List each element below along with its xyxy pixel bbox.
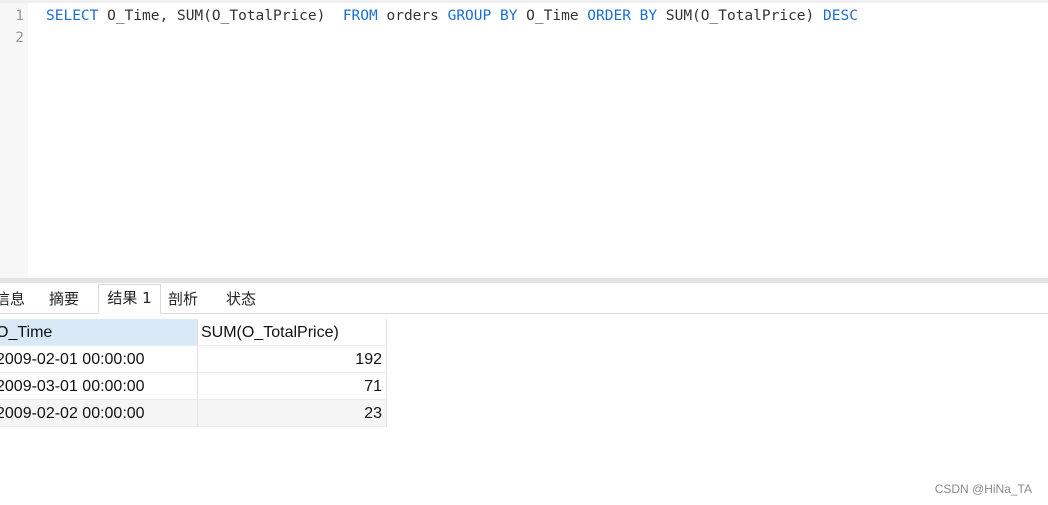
table-cell-o-time[interactable]: 2009-03-01 00:00:00: [0, 373, 198, 400]
table-cell-o-time[interactable]: 2009-02-02 00:00:00: [0, 400, 198, 427]
tab-summary[interactable]: 摘要: [40, 288, 88, 313]
code-line-1[interactable]: SELECT O_Time, SUM(O_TotalPrice) FROM or…: [46, 8, 858, 24]
table-cell-sum[interactable]: 71: [198, 373, 387, 400]
table-cell-sum[interactable]: 23: [198, 400, 387, 427]
keyword-from: FROM: [342, 8, 378, 24]
code-text: O_Time, SUM(O_TotalPrice): [98, 8, 343, 24]
keyword-select: SELECT: [46, 8, 99, 24]
tab-info[interactable]: 信息: [0, 288, 28, 313]
editor-top-strip: [0, 0, 1048, 3]
watermark: CSDN @HiNa_TA: [934, 482, 1032, 496]
tab-profile[interactable]: 剖析: [161, 288, 205, 313]
keyword-order-by: ORDER BY: [587, 8, 658, 24]
tab-status[interactable]: 状态: [217, 288, 265, 313]
line-number: 2: [15, 30, 24, 46]
code-text: orders: [377, 8, 448, 24]
table-cell-sum[interactable]: 192: [198, 346, 387, 373]
keyword-group-by: GROUP BY: [447, 8, 518, 24]
code-text: SUM(O_TotalPrice): [657, 8, 823, 24]
column-header-sum-total-price[interactable]: SUM(O_TotalPrice): [198, 319, 387, 346]
table-cell-o-time[interactable]: 2009-02-01 00:00:00: [0, 346, 198, 373]
sql-editor[interactable]: 1 2 SELECT O_Time, SUM(O_TotalPrice) FRO…: [0, 0, 1048, 278]
line-number: 1: [15, 8, 24, 24]
line-number-gutter: 1 2: [0, 3, 28, 278]
result-tab-bar: 信息 摘要 结果 1 剖析 状态: [0, 283, 1048, 314]
keyword-desc: DESC: [823, 8, 858, 24]
column-header-o-time[interactable]: O_Time: [0, 319, 198, 346]
code-text: O_Time: [517, 8, 588, 24]
tab-result-1[interactable]: 结果 1: [98, 284, 161, 314]
